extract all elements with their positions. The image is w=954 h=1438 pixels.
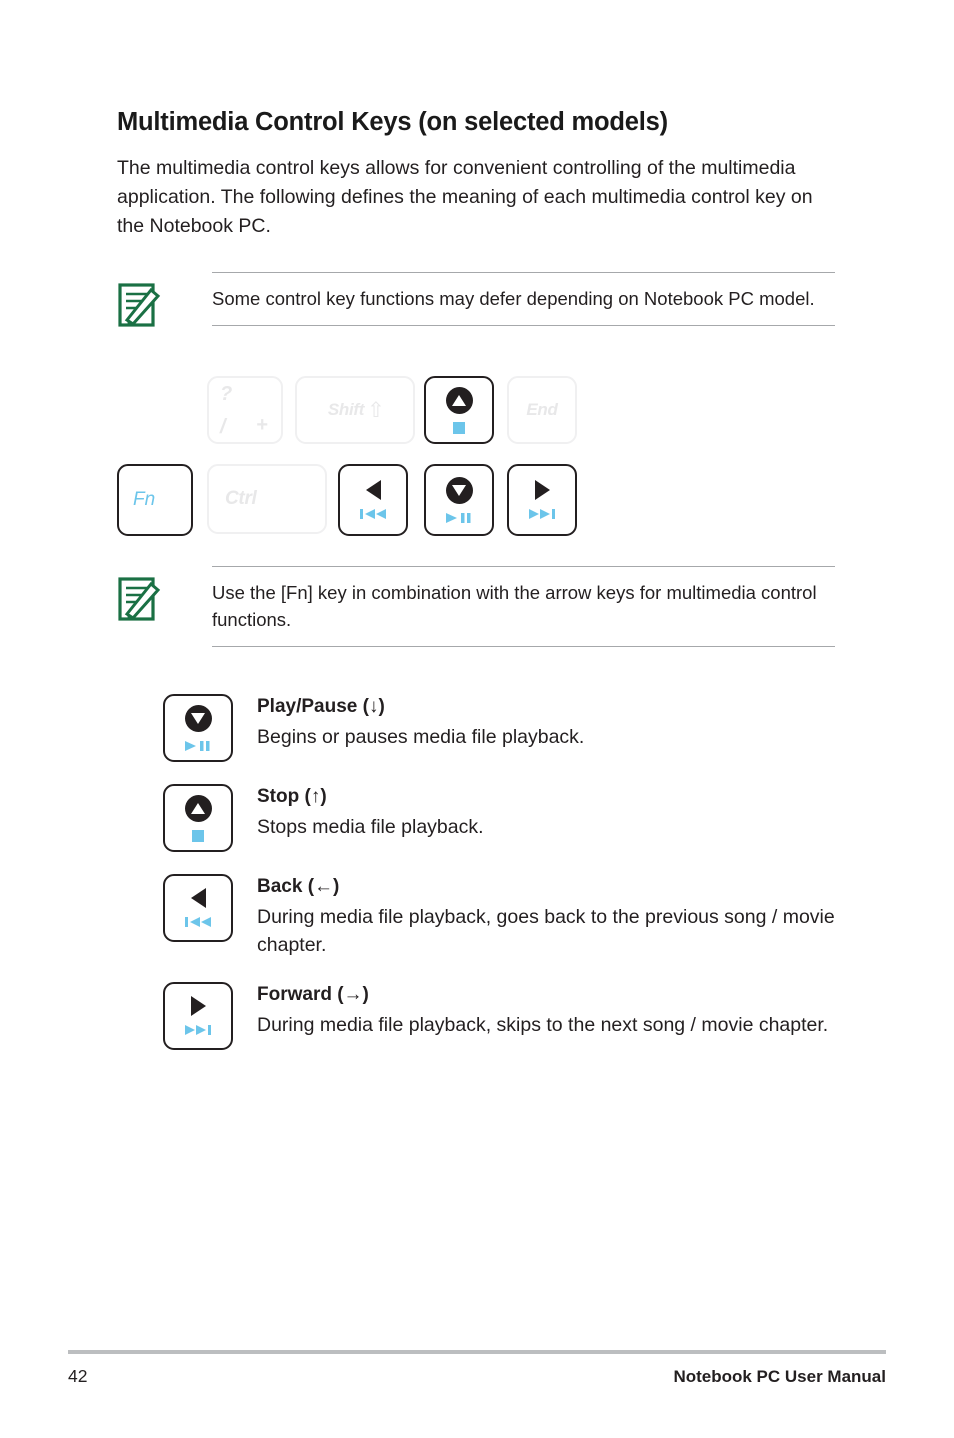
list-item: Back (←) During media file playback, goe…	[163, 874, 863, 960]
note-pencil-icon	[117, 272, 181, 328]
desc-title: Play/Pause (↓)	[257, 696, 385, 717]
next-track-icon	[183, 1024, 213, 1036]
key-fn[interactable]: Fn	[117, 464, 193, 536]
key-fn-label: Fn	[133, 489, 156, 510]
key-slash-question-label: ?	[220, 383, 233, 405]
forward-key-icon[interactable]	[163, 981, 233, 1050]
list-item: Forward (→) During media file playback, …	[163, 981, 863, 1050]
circle-down-triangle-icon	[445, 476, 473, 504]
key-shift-label: Shift	[327, 400, 365, 419]
note-body-1: Some control key functions may defer dep…	[212, 272, 835, 326]
key-ctrl[interactable]: Ctrl	[207, 464, 327, 534]
stop-square-icon	[453, 421, 465, 434]
note-text-1: Some control key functions may defer dep…	[212, 288, 815, 309]
key-shift[interactable]: Shift	[295, 376, 415, 444]
footer-divider	[68, 1350, 886, 1354]
triangle-left-icon	[190, 888, 206, 908]
note-box-1: Some control key functions may defer dep…	[117, 272, 835, 328]
key-ctrl-label: Ctrl	[225, 488, 257, 509]
key-slash-label: /	[220, 416, 226, 438]
previous-track-icon	[358, 508, 388, 520]
desc-title: Back (←)	[257, 876, 340, 897]
stop-square-icon	[192, 829, 204, 842]
desc-title: Forward (→)	[257, 983, 369, 1005]
play-pause-icon	[183, 740, 213, 752]
page-title: Multimedia Control Keys (on selected mod…	[117, 108, 668, 136]
note-pencil-icon	[117, 566, 181, 622]
key-end-label: End	[526, 400, 558, 419]
list-item: Stop (↑) Stops media file playback.	[163, 784, 863, 852]
key-plus-label: +	[256, 414, 268, 436]
desc-body: Stops media file playback.	[257, 816, 484, 838]
note-body-2: Use the [Fn] key in combination with the…	[212, 566, 835, 647]
desc-text: Play/Pause (↓) Begins or pauses media fi…	[257, 694, 584, 751]
desc-text: Stop (↑) Stops media file playback.	[257, 784, 484, 841]
previous-track-icon	[183, 916, 213, 928]
triangle-left-icon	[365, 480, 381, 500]
key-description-list: Play/Pause (↓) Begins or pauses media fi…	[163, 694, 863, 1072]
triangle-right-icon	[534, 480, 550, 500]
manual-page: Multimedia Control Keys (on selected mod…	[0, 0, 954, 1438]
note-box-2: Use the [Fn] key in combination with the…	[117, 566, 835, 647]
key-end[interactable]: End	[507, 376, 577, 444]
play-pause-icon	[444, 512, 474, 524]
shift-arrow-up-icon	[367, 403, 382, 418]
page-content: Multimedia Control Keys (on selected mod…	[117, 108, 847, 241]
stop-key-icon[interactable]	[163, 784, 233, 852]
key-slash-question[interactable]: ? / +	[207, 376, 283, 444]
intro-paragraph: The multimedia control keys allows for c…	[117, 157, 813, 238]
list-item: Play/Pause (↓) Begins or pauses media fi…	[163, 694, 863, 762]
play-pause-key-icon[interactable]	[163, 694, 233, 762]
stop-circle-up-triangle-icon	[445, 386, 473, 414]
page-number: 42	[68, 1366, 88, 1386]
desc-text: Forward (→) During media file playback, …	[257, 982, 828, 1039]
desc-title: Stop (↑)	[257, 786, 327, 807]
key-stop[interactable]	[424, 376, 494, 444]
circle-up-triangle-icon	[184, 794, 212, 822]
back-key-icon[interactable]	[163, 874, 233, 942]
key-back[interactable]	[338, 464, 408, 536]
next-track-icon	[527, 508, 557, 520]
key-play-pause[interactable]	[424, 464, 494, 536]
desc-body: During media file playback, goes back to…	[257, 906, 835, 957]
keyboard-diagram: ? / + Shift End Fn Ctrl	[117, 376, 597, 536]
manual-title: Notebook PC User Manual	[673, 1367, 886, 1386]
circle-down-triangle-icon	[184, 704, 212, 732]
triangle-right-icon	[190, 995, 206, 1016]
key-forward[interactable]	[507, 464, 577, 536]
page-footer: 42 Notebook PC User Manual	[68, 1350, 886, 1396]
note-text-2: Use the [Fn] key in combination with the…	[212, 582, 817, 630]
desc-text: Back (←) During media file playback, goe…	[257, 874, 857, 960]
desc-body: During media file playback, skips to the…	[257, 1013, 829, 1036]
desc-body: Begins or pauses media file playback.	[257, 726, 585, 748]
